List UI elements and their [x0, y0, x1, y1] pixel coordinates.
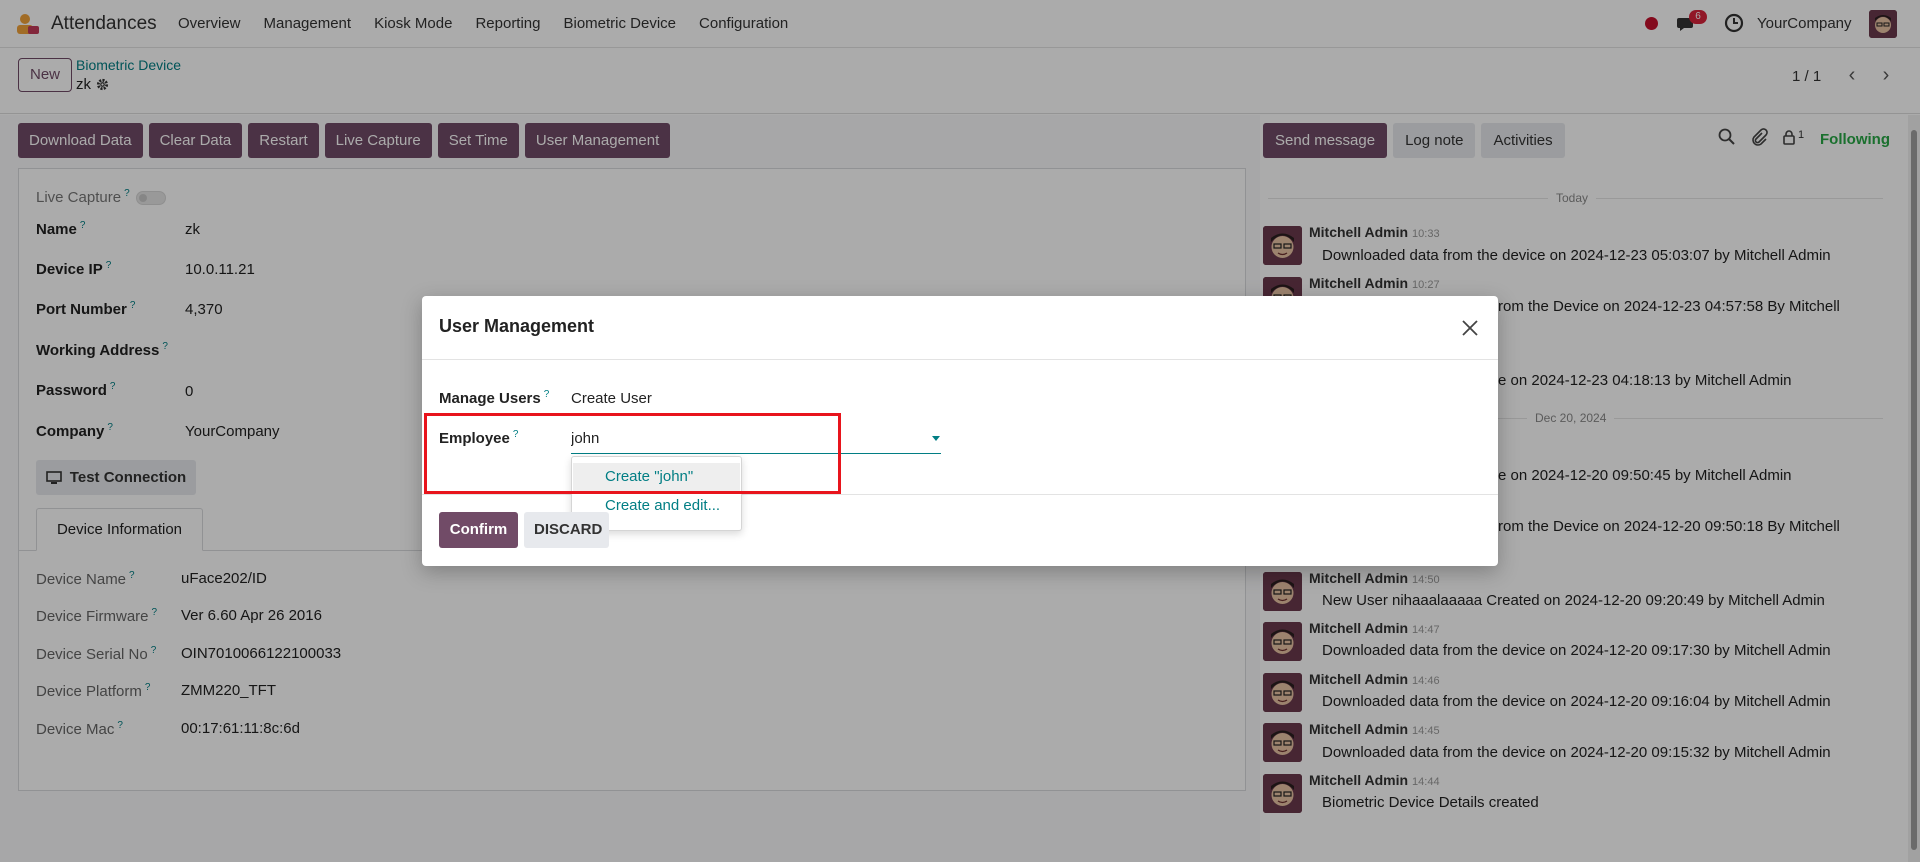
chevron-down-icon[interactable]: [932, 436, 940, 441]
manage-users-label-text: Manage Users: [439, 390, 541, 407]
annotation-highlight-box: [424, 413, 841, 494]
confirm-button[interactable]: Confirm: [439, 512, 518, 548]
manage-users-label: Manage Users?: [439, 389, 550, 407]
manage-users-value[interactable]: Create User: [571, 390, 652, 407]
dialog-header-divider: [422, 359, 1498, 360]
dialog-title: User Management: [439, 316, 595, 336]
discard-button[interactable]: DISCARD: [524, 512, 609, 548]
close-icon[interactable]: [1458, 316, 1482, 340]
